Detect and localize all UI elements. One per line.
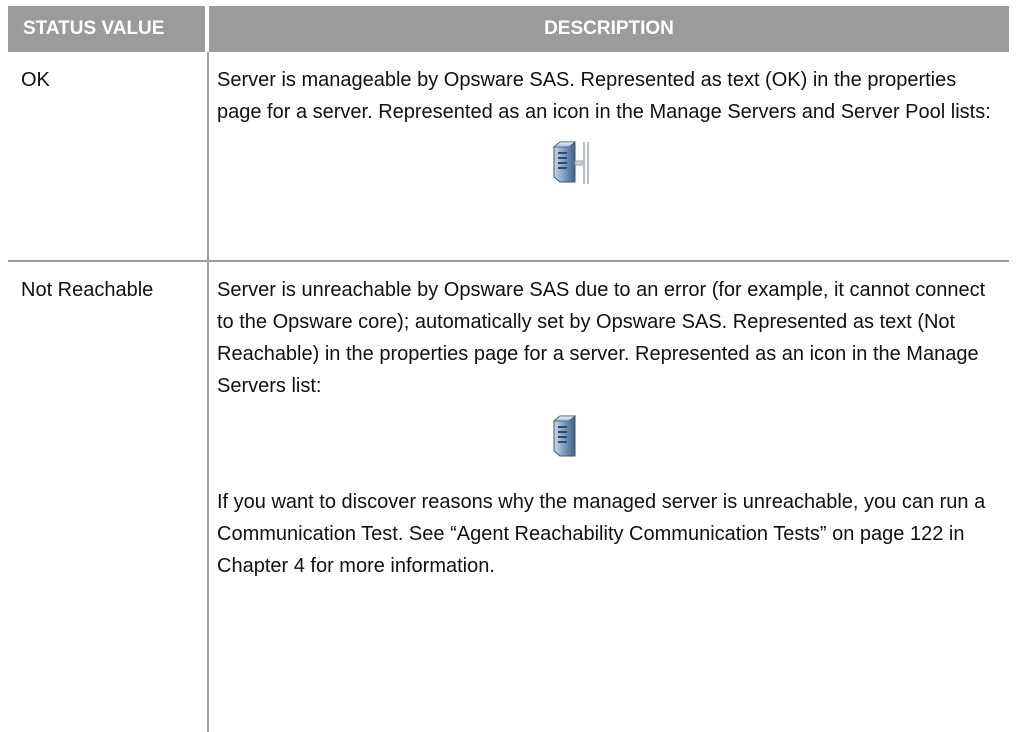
table-row: OK Server is manageable by Opsware SAS. … [8, 52, 1009, 260]
description-text: Server is manageable by Opsware SAS. Rep… [217, 69, 991, 123]
table-header: STATUS VALUE DESCRIPTION [8, 6, 1009, 52]
icon-container [217, 128, 999, 190]
column-divider [207, 52, 209, 260]
note-text: If you want to discover reasons why the … [217, 491, 986, 577]
header-status-value: STATUS VALUE [23, 18, 165, 39]
description-text: Server is unreachable by Opsware SAS due… [217, 279, 986, 397]
icon-container [217, 402, 999, 464]
server-unreachable-icon [552, 415, 577, 457]
table-row: Not Reachable Server is unreachable by O… [8, 262, 1009, 732]
status-cell: OK [21, 69, 50, 91]
description-cell: Server is manageable by Opsware SAS. Rep… [217, 52, 999, 190]
status-value-table: STATUS VALUE DESCRIPTION OK Server is ma… [8, 6, 1009, 732]
column-divider [207, 262, 209, 732]
description-cell: Server is unreachable by Opsware SAS due… [217, 262, 999, 582]
status-cell: Not Reachable [21, 279, 154, 301]
server-ok-icon [552, 141, 589, 184]
header-description: DESCRIPTION [544, 18, 674, 39]
